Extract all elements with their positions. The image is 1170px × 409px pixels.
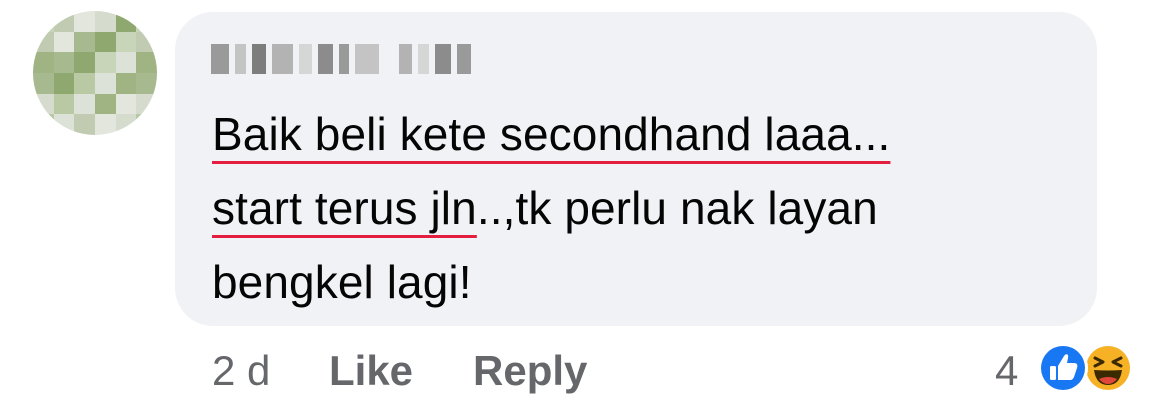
like-icon xyxy=(1038,343,1088,393)
reaction-count[interactable]: 4 xyxy=(995,346,1018,396)
spellcheck-underlined-text: Baik beli kete secondhand laaa... xyxy=(212,108,891,160)
comment-text-line-2: start terus jln..,tk perlu nak layan xyxy=(212,182,878,234)
author-name-blurred[interactable] xyxy=(211,44,472,74)
reply-button[interactable]: Reply xyxy=(473,346,587,396)
comment-timestamp[interactable]: 2 d xyxy=(212,346,270,396)
comment-text-line-1: Baik beli kete secondhand laaa... xyxy=(212,106,890,162)
haha-icon xyxy=(1083,343,1133,393)
avatar[interactable] xyxy=(33,11,157,135)
reactions-summary[interactable] xyxy=(1037,342,1137,394)
spellcheck-underlined-text: start terus jln xyxy=(212,182,477,234)
like-button[interactable]: Like xyxy=(329,346,413,396)
comment-text-line-3: bengkel lagi! xyxy=(212,256,472,308)
